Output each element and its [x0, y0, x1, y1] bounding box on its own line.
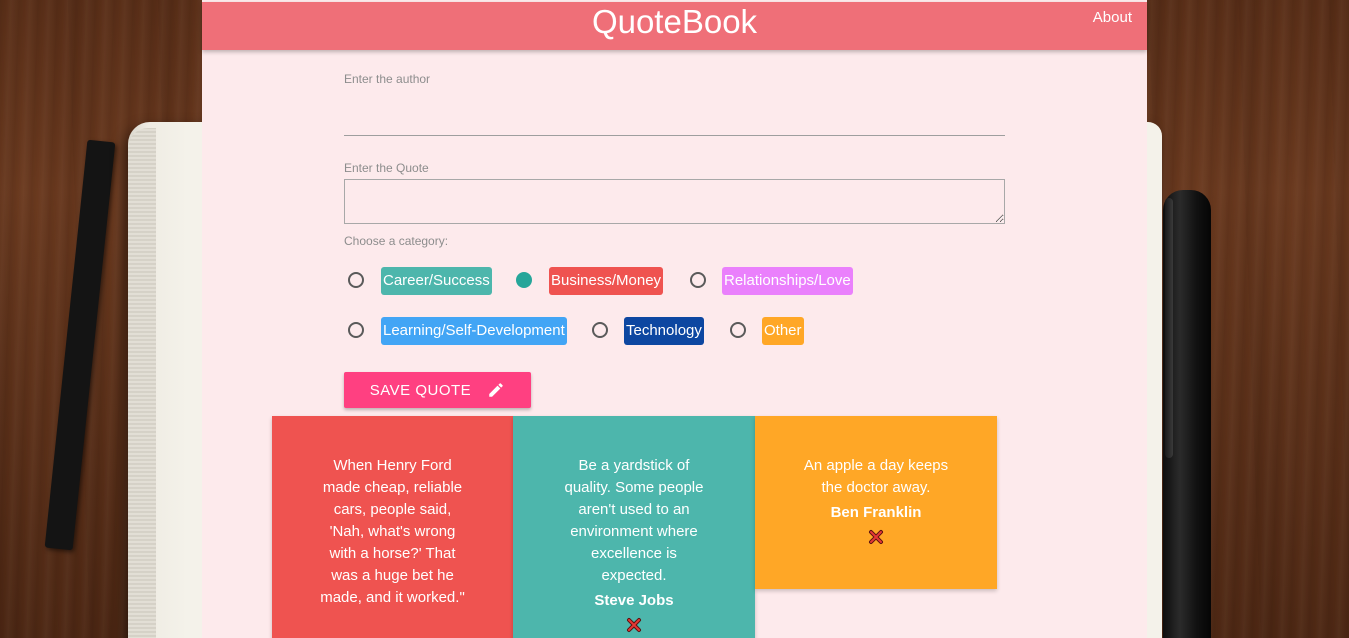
delete-icon[interactable]: [626, 617, 642, 633]
notebook-pages-edge: [128, 128, 156, 638]
quote-card: When Henry Ford made cheap, reliable car…: [272, 416, 513, 638]
category-tag-learning-self-development[interactable]: Learning/Self-Development: [381, 317, 567, 345]
author-input[interactable]: [344, 98, 1005, 136]
quote-author: Ben Franklin: [830, 504, 922, 521]
radio-technology[interactable]: [592, 322, 608, 338]
radio-other[interactable]: [730, 322, 746, 338]
category-tag-career-success[interactable]: Career/Success: [381, 267, 492, 295]
category-tag-relationships-love[interactable]: Relationships/Love: [722, 267, 853, 295]
radio-relationships-love[interactable]: [690, 272, 706, 288]
quote-label: Enter the Quote: [344, 161, 429, 175]
quote-card: Be a yardstick of quality. Some people a…: [513, 416, 755, 638]
radio-career-success[interactable]: [348, 272, 364, 288]
radio-business-money[interactable]: [516, 272, 532, 288]
about-link[interactable]: About: [1093, 9, 1132, 26]
category-label: Choose a category:: [344, 234, 449, 248]
save-quote-label: SAVE QUOTE: [369, 381, 472, 399]
top-navbar: QuoteBook About: [202, 2, 1147, 50]
quote-text: When Henry Ford made cheap, reliable car…: [320, 457, 465, 606]
quote-author: Steve Jobs: [594, 592, 674, 609]
brand-logo[interactable]: QuoteBook: [202, 3, 1147, 41]
app-container: QuoteBook About Enter the author Enter t…: [202, 0, 1147, 638]
quote-text: An apple a day keeps the doctor away.: [803, 457, 949, 496]
pen-clip: [1165, 198, 1173, 458]
delete-icon[interactable]: [868, 529, 884, 545]
category-tag-technology[interactable]: Technology: [624, 317, 704, 345]
category-tag-other[interactable]: Other: [762, 317, 804, 345]
save-quote-button[interactable]: SAVE QUOTE: [344, 372, 531, 408]
radio-learning-self-development[interactable]: [348, 322, 364, 338]
author-label: Enter the author: [344, 72, 431, 86]
pencil-icon: [489, 383, 503, 397]
quote-card: An apple a day keeps the doctor away. Be…: [755, 416, 997, 589]
quote-textarea[interactable]: [344, 179, 1005, 224]
quote-text: Be a yardstick of quality. Some people a…: [564, 457, 704, 584]
notebook-ribbon: [44, 139, 116, 551]
category-tag-business-money[interactable]: Business/Money: [549, 267, 664, 295]
